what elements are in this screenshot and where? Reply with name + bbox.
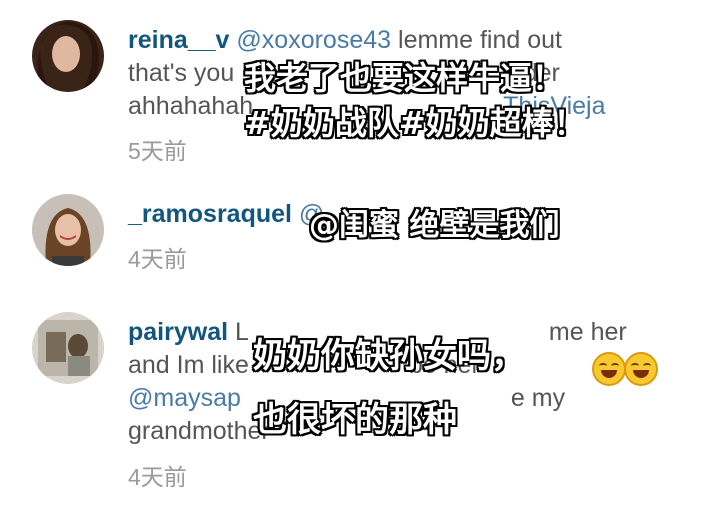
comment-timestamp: 4天前: [128, 464, 187, 490]
comment-username[interactable]: pairywal: [128, 318, 228, 346]
subtitle-overlay: #奶奶战队#奶奶超棒！: [243, 103, 586, 143]
comment-timestamp: 4天前: [128, 246, 187, 272]
subtitle-overlay: 奶奶你缺孙女吗，: [252, 335, 526, 377]
comment-mention[interactable]: @maysap: [128, 384, 241, 412]
tears-of-joy-emoji-icon: [592, 352, 626, 386]
comment-username[interactable]: _ramosraquel: [128, 200, 292, 228]
avatar[interactable]: [32, 20, 104, 92]
comment-mention[interactable]: @xoxorose43: [236, 26, 391, 54]
subtitle-overlay: @闺蜜 绝壁是我们: [308, 207, 560, 244]
subtitle-overlay: 我老了也要这样牛逼！: [243, 58, 565, 98]
avatar[interactable]: [32, 194, 104, 266]
tears-of-joy-emoji-icon: [624, 352, 658, 386]
comment-timestamp: 5天前: [128, 138, 187, 164]
subtitle-overlay: 也很坏的那种: [252, 399, 458, 441]
avatar[interactable]: [32, 312, 104, 384]
comment-username[interactable]: reina__v: [128, 26, 229, 54]
